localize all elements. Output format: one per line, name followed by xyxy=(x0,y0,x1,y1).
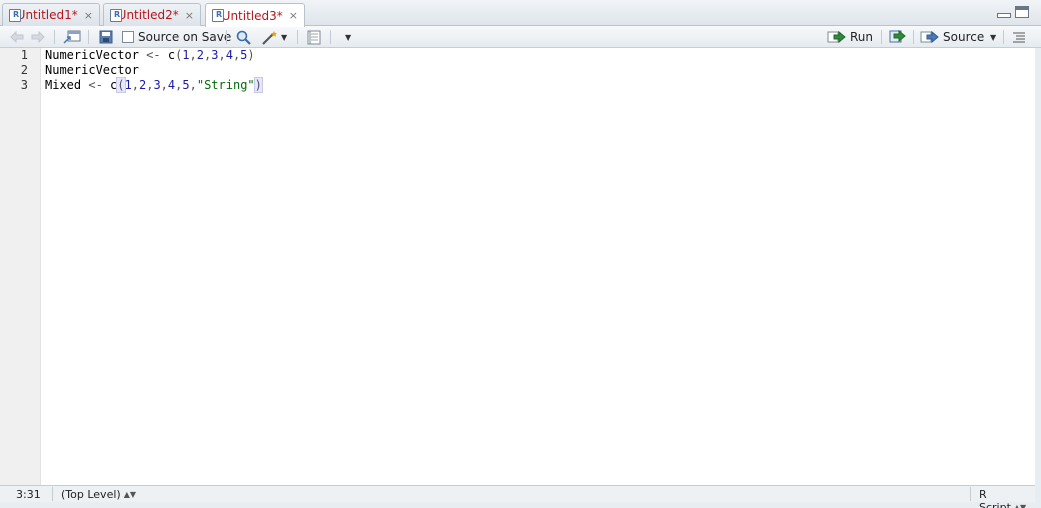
code-token: 5 xyxy=(182,78,190,92)
toolbar-separator xyxy=(297,30,298,44)
r-script-icon: R xyxy=(212,9,224,22)
compile-report-button[interactable] xyxy=(306,28,322,46)
toolbar-separator xyxy=(330,30,331,44)
line-number: 1 xyxy=(20,48,28,62)
code-token: Mixed xyxy=(45,78,82,92)
code-token: , xyxy=(131,78,139,92)
source-on-save-checkbox[interactable] xyxy=(122,31,134,43)
back-button[interactable] xyxy=(10,28,24,46)
tab-untitled3[interactable]: R Untitled3* × xyxy=(205,3,305,27)
line-number: 2 xyxy=(20,63,28,77)
minimize-pane-icon[interactable] xyxy=(997,6,1011,18)
magic-wand-icon xyxy=(262,30,277,45)
editor-tab-bar: R Untitled1* × R Untitled2* × R Untitled… xyxy=(0,0,1041,27)
code-token: 3 xyxy=(153,78,161,92)
toolbar-separator xyxy=(54,30,55,44)
code-token: , xyxy=(160,78,168,92)
code-token: <- xyxy=(138,48,168,62)
forward-arrow-icon xyxy=(31,31,45,43)
tab-untitled2[interactable]: R Untitled2* × xyxy=(103,3,201,26)
file-type-selector[interactable]: R Script ▲▼ xyxy=(979,488,1035,508)
close-icon[interactable]: × xyxy=(289,9,298,22)
toolbar-separator xyxy=(913,30,914,44)
outline-icon xyxy=(1013,32,1025,43)
forward-button[interactable] xyxy=(31,28,45,46)
line-number: 3 xyxy=(20,78,28,92)
code-token: ( xyxy=(116,77,126,93)
code-token: 1 xyxy=(124,78,132,92)
tab-label: Untitled3* xyxy=(221,8,283,23)
code-editor[interactable]: 1 2 3 NumericVector <- c(1,2,3,4,5) Nume… xyxy=(0,48,1035,485)
code-token: , xyxy=(189,78,197,92)
source-on-save-toggle[interactable]: Source on Save xyxy=(122,28,231,46)
code-line[interactable]: NumericVector <- c(1,2,3,4,5) xyxy=(45,48,255,62)
save-button[interactable] xyxy=(99,28,113,46)
code-line[interactable]: Mixed <- c(1,2,3,4,5,"String") xyxy=(45,77,263,93)
updown-icon: ▲▼ xyxy=(1013,503,1027,508)
rerun-icon xyxy=(889,30,906,43)
cursor-position: 3:31 xyxy=(16,488,41,501)
toolbar-separator xyxy=(88,30,89,44)
close-icon[interactable]: × xyxy=(185,9,194,22)
editor-toolbar: Source on Save ▼ ▼ Run Source ▼ xyxy=(0,26,1041,48)
code-token: ) xyxy=(247,48,255,62)
tab-label: Untitled2* xyxy=(117,8,179,22)
close-icon[interactable]: × xyxy=(84,9,93,22)
code-tools-button[interactable]: ▼ xyxy=(261,28,287,46)
source-button[interactable]: Source xyxy=(920,28,984,46)
file-type-label: R Script xyxy=(979,488,1011,508)
back-arrow-icon xyxy=(10,31,24,43)
editor-scrollbar[interactable] xyxy=(1035,48,1041,485)
scope-selector[interactable]: (Top Level) ▲▼ xyxy=(61,488,136,501)
run-button[interactable]: Run xyxy=(827,28,873,46)
text-cursor xyxy=(261,78,263,92)
code-token: 4 xyxy=(225,48,233,62)
scope-label: (Top Level) xyxy=(61,488,121,501)
show-in-window-icon xyxy=(63,30,81,44)
r-script-icon: R xyxy=(9,8,21,22)
chevron-down-icon: ▼ xyxy=(990,32,997,42)
tab-untitled1[interactable]: R Untitled1* × xyxy=(2,3,100,26)
code-token: 2 xyxy=(196,48,204,62)
run-icon xyxy=(827,30,846,44)
line-number-gutter: 1 2 3 xyxy=(0,48,41,485)
rerun-button[interactable] xyxy=(889,28,909,46)
code-token: 1 xyxy=(182,48,190,62)
show-in-window-button[interactable] xyxy=(63,28,81,46)
status-separator xyxy=(52,487,53,501)
code-token: ) xyxy=(253,77,263,93)
code-line[interactable]: NumericVector xyxy=(45,63,139,77)
chevron-down-icon: ▼ xyxy=(345,32,352,42)
document-outline-button[interactable] xyxy=(1012,28,1026,46)
source-icon xyxy=(920,30,939,44)
source-options-dropdown[interactable]: ▼ xyxy=(988,28,996,46)
code-token: c xyxy=(167,48,176,62)
toolbar-separator xyxy=(226,30,227,44)
notebook-icon xyxy=(307,30,321,44)
run-label: Run xyxy=(850,30,874,44)
code-token: , xyxy=(189,48,197,62)
code-token: , xyxy=(218,48,226,62)
search-icon xyxy=(236,30,251,45)
updown-icon: ▲▼ xyxy=(123,490,136,499)
code-token: "String" xyxy=(196,78,255,92)
save-icon xyxy=(99,30,113,44)
code-token: NumericVector xyxy=(45,63,139,77)
r-script-icon: R xyxy=(110,8,122,22)
status-separator xyxy=(970,487,971,501)
source-label: Source xyxy=(943,30,985,44)
code-token: <- xyxy=(81,78,111,92)
code-token: NumericVector xyxy=(45,48,139,62)
more-options-dropdown[interactable]: ▼ xyxy=(343,28,351,46)
find-replace-button[interactable] xyxy=(236,28,251,46)
chevron-down-icon: ▼ xyxy=(281,32,288,42)
toolbar-separator xyxy=(881,30,882,44)
maximize-pane-icon[interactable] xyxy=(1015,6,1029,18)
editor-status-bar: 3:31 (Top Level) ▲▼ R Script ▲▼ xyxy=(0,485,1035,508)
tab-label: Untitled1* xyxy=(16,8,78,22)
source-on-save-label: Source on Save xyxy=(138,30,232,44)
toolbar-separator xyxy=(1003,30,1004,44)
